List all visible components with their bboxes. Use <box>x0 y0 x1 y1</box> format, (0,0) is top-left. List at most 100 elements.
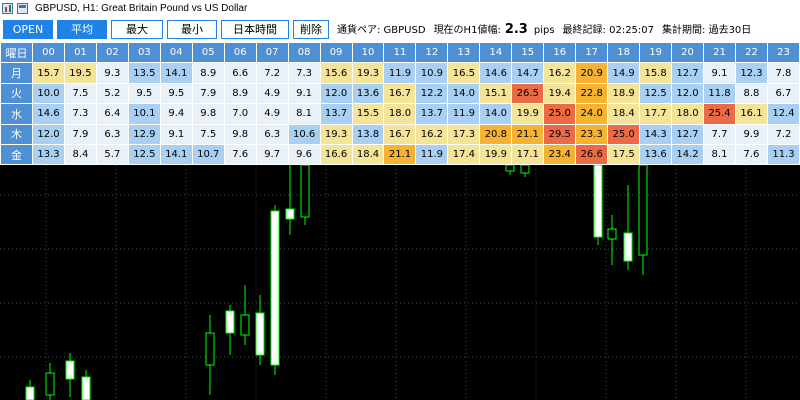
hour-header: 01 <box>63 41 97 64</box>
table-cell: 9.5 <box>127 82 161 105</box>
weekday-label: 木 <box>0 123 33 145</box>
table-cell: 13.7 <box>415 103 449 125</box>
table-cell: 7.5 <box>63 82 97 105</box>
table-cell: 18.0 <box>671 103 705 125</box>
currency-pair-label: 通貨ペア: GBPUSD <box>337 25 426 36</box>
table-cell: 7.7 <box>703 123 736 145</box>
japan-time-button[interactable]: 日本時間 <box>221 19 289 39</box>
table-cell: 17.3 <box>447 123 481 145</box>
table-cell: 9.8 <box>223 123 257 145</box>
table-cell: 6.3 <box>255 123 289 145</box>
candle-body <box>65 360 75 380</box>
table-cell: 7.8 <box>766 62 800 84</box>
table-cell: 11.9 <box>447 103 481 125</box>
hour-header: 21 <box>703 41 736 64</box>
table-cell: 11.9 <box>415 143 449 166</box>
table-cell: 9.1 <box>287 82 321 105</box>
table-cell: 11.3 <box>766 143 800 166</box>
table-cell: 9.8 <box>191 103 225 125</box>
hour-header: 19 <box>639 41 673 64</box>
table-cell: 7.9 <box>63 123 97 145</box>
hour-header: 17 <box>575 41 609 64</box>
table-cell: 12.5 <box>639 82 673 105</box>
table-cell: 26.6 <box>575 143 609 166</box>
table-cell: 15.8 <box>639 62 673 84</box>
table-cell: 19.3 <box>351 62 385 84</box>
table-cell: 13.5 <box>127 62 161 84</box>
hour-header: 05 <box>191 41 225 64</box>
table-cell: 12.0 <box>319 82 353 105</box>
table-cell: 9.3 <box>95 62 129 84</box>
table-cell: 7.3 <box>63 103 97 125</box>
table-cell: 7.9 <box>191 82 225 105</box>
table-cell: 8.9 <box>191 62 225 84</box>
table-row: 木 12.0 7.9 6.3 12.9 9.1 7.5 9.8 6.3 10.6 19.3 13.8 1… <box>0 123 800 145</box>
table-cell: 5.2 <box>95 82 129 105</box>
candle-body <box>505 165 515 172</box>
table-cell: 6.7 <box>766 82 800 105</box>
candle-body <box>638 165 648 256</box>
table-cell: 4.9 <box>255 82 289 105</box>
table-cell: 13.6 <box>639 143 673 166</box>
hour-header: 14 <box>479 41 513 64</box>
table-cell: 10.6 <box>287 123 321 145</box>
table-cell: 6.4 <box>95 103 129 125</box>
table-header-row: 曜日 00 01 02 03 04 05 06 07 08 09 10 11 12 13 14 15 16 17 1… <box>0 41 800 64</box>
table-cell: 12.7 <box>671 62 705 84</box>
average-button[interactable]: 平均 <box>57 19 107 39</box>
hour-header: 04 <box>159 41 193 64</box>
table-cell: 10.9 <box>415 62 449 84</box>
table-cell: 18.0 <box>383 103 417 125</box>
table-cell: 9.4 <box>159 103 193 125</box>
table-cell: 11.8 <box>703 82 736 105</box>
table-cell: 14.0 <box>479 103 513 125</box>
table-cell: 16.6 <box>319 143 353 166</box>
table-row: 月 15.7 19.5 9.3 13.5 14.1 8.9 6.6 7.2 7.3 15.6 19.3… <box>0 62 800 84</box>
candle-body <box>240 314 250 336</box>
hour-header: 23 <box>766 41 800 64</box>
table-cell: 10.7 <box>191 143 225 166</box>
open-button[interactable]: OPEN <box>3 19 53 39</box>
candlestick-chart <box>0 165 800 400</box>
hour-header: 00 <box>32 41 65 64</box>
delete-button[interactable]: 削除 <box>293 19 329 39</box>
table-cell: 19.3 <box>319 123 353 145</box>
table-cell: 7.2 <box>766 123 800 145</box>
table-cell: 13.7 <box>319 103 353 125</box>
table-cell: 6.6 <box>223 62 257 84</box>
hourly-volatility-table: 曜日 00 01 02 03 04 05 06 07 08 09 10 11 12 13 14 15 16 17 1… <box>0 41 800 166</box>
table-cell: 16.2 <box>543 62 577 84</box>
candle-body <box>593 165 603 238</box>
table-cell: 14.3 <box>639 123 673 145</box>
weekday-label: 金 <box>0 143 33 166</box>
candle-body <box>81 376 91 400</box>
candle-body <box>607 228 617 240</box>
table-cell: 18.4 <box>607 103 641 125</box>
table-cell: 7.5 <box>191 123 225 145</box>
max-button[interactable]: 最大 <box>111 19 163 39</box>
candle-body <box>285 208 295 220</box>
hour-header: 22 <box>734 41 768 64</box>
candle-body <box>205 332 215 366</box>
hour-header: 20 <box>671 41 705 64</box>
hour-header: 03 <box>127 41 161 64</box>
table-cell: 16.1 <box>734 103 768 125</box>
table-cell: 29.5 <box>543 123 577 145</box>
table-cell: 11.9 <box>383 62 417 84</box>
hour-header: 12 <box>415 41 449 64</box>
hour-header: 11 <box>383 41 417 64</box>
chart-title-bar: GBPUSD, H1: Great Britain Pound vs US Do… <box>0 0 800 16</box>
table-cell: 4.9 <box>255 103 289 125</box>
min-button[interactable]: 最小 <box>167 19 217 39</box>
table-cell: 6.3 <box>95 123 129 145</box>
table-cell: 10.1 <box>127 103 161 125</box>
table-cell: 12.7 <box>671 123 705 145</box>
table-cell: 7.2 <box>255 62 289 84</box>
chart-title: GBPUSD, H1: Great Britain Pound vs US Do… <box>35 2 248 14</box>
table-cell: 14.6 <box>32 103 65 125</box>
candle-body <box>255 312 265 356</box>
table-cell: 12.5 <box>127 143 161 166</box>
table-cell: 19.9 <box>479 143 513 166</box>
table-cell: 14.1 <box>159 62 193 84</box>
table-cell: 16.5 <box>447 62 481 84</box>
